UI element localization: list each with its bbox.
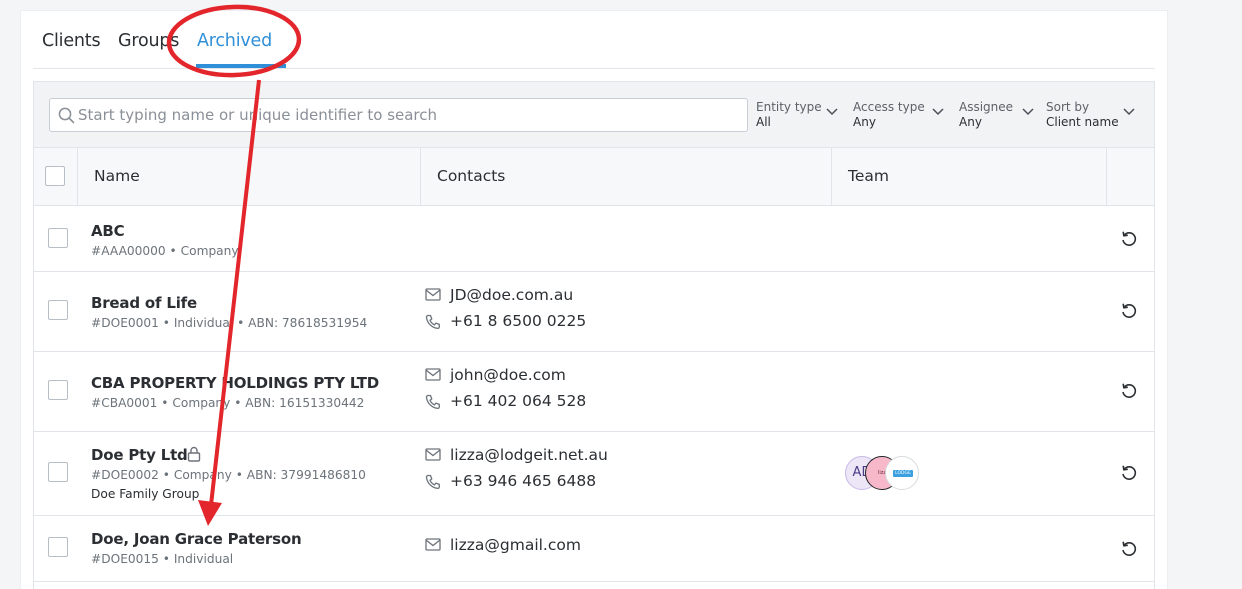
filter-value: Any — [853, 115, 876, 129]
filter-label: Sort by — [1046, 100, 1090, 114]
email-text: lizza@gmail.com — [450, 536, 581, 554]
right-gutter — [1168, 10, 1242, 589]
filter-entity-type[interactable]: Entity type All — [756, 100, 838, 130]
row-checkbox[interactable] — [48, 300, 68, 320]
client-meta: #DOE0015 • Individual — [91, 552, 234, 566]
table-row[interactable]: Doe Pty Ltd #DOE0002 • Company • ABN: 37… — [34, 432, 1154, 516]
select-all-checkbox[interactable] — [45, 166, 65, 186]
row-checkbox[interactable] — [48, 228, 68, 248]
email-text: JD@doe.com.au — [450, 286, 574, 304]
chevron-down-icon — [826, 108, 838, 116]
tab-clients[interactable]: Clients — [42, 31, 101, 51]
chevron-down-icon — [932, 108, 944, 116]
column-header-name[interactable]: Name — [78, 148, 421, 205]
restore-icon[interactable] — [1120, 302, 1138, 320]
envelope-icon — [425, 538, 441, 551]
table-row[interactable]: Doe, Joan Grace Paterson #DOE0015 • Indi… — [34, 516, 1154, 582]
filter-assignee[interactable]: Assignee Any — [959, 100, 1034, 130]
filter-label: Entity type — [756, 100, 822, 114]
column-header-contacts: Contacts — [421, 148, 832, 205]
client-name[interactable]: CBA PROPERTY HOLDINGS PTY LTD — [91, 374, 379, 392]
filter-value: Any — [959, 115, 982, 129]
table-row[interactable]: ABC #AAA00000 • Company — [34, 206, 1154, 272]
filter-label: Access type — [853, 100, 925, 114]
team-avatars[interactable]: AD lizz LODGE iT — [845, 456, 925, 490]
filter-value: Client name — [1046, 115, 1119, 129]
table-row[interactable]: Bread of Life #DOE0001 • Individual • AB… — [34, 272, 1154, 352]
search-box — [49, 98, 748, 132]
lodgeit-logo: LODGE iT — [893, 470, 913, 483]
clients-card: Clients Groups Archived Entity type All … — [20, 10, 1168, 589]
envelope-icon — [425, 448, 441, 461]
client-meta: #DOE0002 • Company • ABN: 37991486810 — [91, 468, 366, 482]
chevron-down-icon — [1022, 108, 1034, 116]
client-name[interactable]: Bread of Life — [91, 294, 197, 312]
filter-label: Assignee — [959, 100, 1014, 114]
row-checkbox[interactable] — [48, 462, 68, 482]
phone-text: +61 8 6500 0225 — [450, 312, 587, 330]
client-name[interactable]: Doe, Joan Grace Paterson — [91, 530, 302, 548]
header-select-cell — [34, 148, 78, 205]
client-name[interactable]: ABC — [91, 222, 125, 240]
phone-icon — [425, 394, 440, 410]
filter-bar: Entity type All Access type Any Assignee… — [34, 82, 1154, 148]
tab-archived[interactable]: Archived — [197, 31, 272, 51]
phone-text: +61 402 064 528 — [450, 392, 587, 410]
envelope-icon — [425, 368, 441, 381]
row-checkbox[interactable] — [48, 380, 68, 400]
restore-icon[interactable] — [1120, 464, 1138, 482]
phone-icon — [425, 314, 440, 330]
client-meta: #DOE0001 • Individual • ABN: 78618531954 — [91, 316, 368, 330]
tab-groups[interactable]: Groups — [118, 31, 179, 51]
email-text: john@doe.com — [450, 366, 566, 384]
client-group[interactable]: Doe Family Group — [91, 487, 199, 501]
active-tab-indicator — [196, 64, 286, 68]
envelope-icon — [425, 288, 441, 301]
column-header-actions — [1107, 148, 1154, 205]
search-input[interactable] — [78, 99, 738, 131]
client-meta: #CBA0001 • Company • ABN: 16151330442 — [91, 396, 365, 410]
search-icon — [58, 107, 75, 124]
lock-icon — [187, 446, 201, 462]
row-checkbox[interactable] — [48, 537, 68, 557]
restore-icon[interactable] — [1120, 382, 1138, 400]
table-row[interactable]: CBA PROPERTY HOLDINGS PTY LTD #CBA0001 •… — [34, 352, 1154, 432]
restore-icon[interactable] — [1120, 540, 1138, 558]
tab-bar: Clients Groups Archived — [33, 11, 1155, 69]
phone-icon — [425, 474, 440, 490]
column-header-team: Team — [832, 148, 1107, 205]
filter-value: All — [756, 115, 771, 129]
filter-sort-by[interactable]: Sort by Client name — [1046, 100, 1135, 130]
client-name[interactable]: Doe Pty Ltd — [91, 446, 188, 464]
phone-text: +63 946 465 6488 — [450, 472, 597, 490]
clients-table-panel: Entity type All Access type Any Assignee… — [33, 81, 1155, 589]
filter-access-type[interactable]: Access type Any — [853, 100, 944, 130]
client-meta: #AAA00000 • Company — [91, 244, 239, 258]
table-header: Name Contacts Team — [34, 148, 1154, 206]
chevron-down-icon — [1123, 108, 1135, 116]
avatar[interactable]: LODGE iT — [885, 456, 919, 490]
restore-icon[interactable] — [1120, 230, 1138, 248]
email-text: lizza@lodgeit.net.au — [450, 446, 608, 464]
